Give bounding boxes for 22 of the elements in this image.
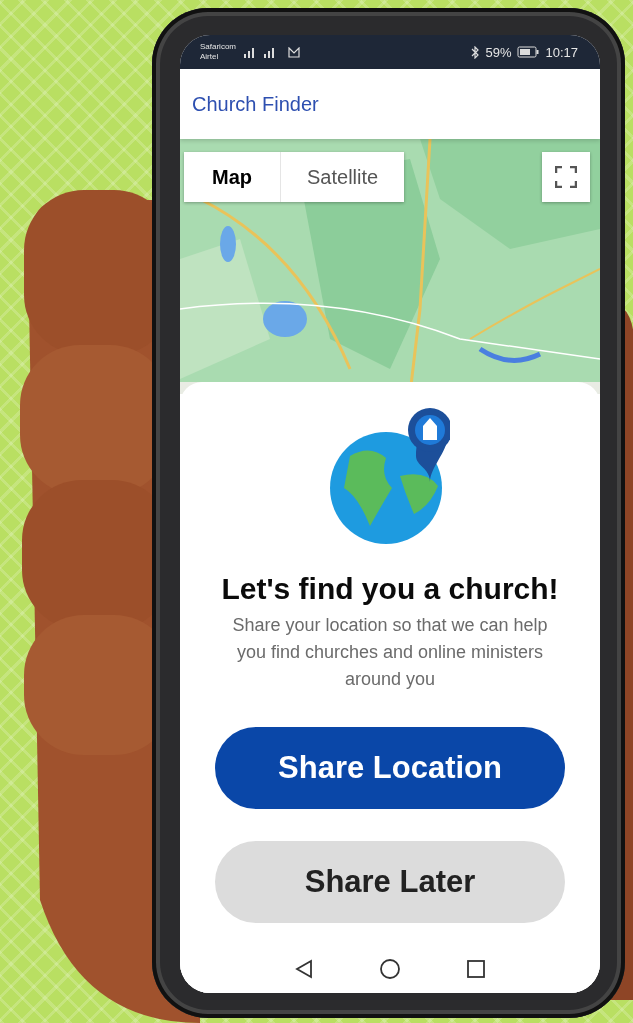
bluetooth-icon [471, 45, 480, 59]
app-title: Church Finder [192, 92, 319, 116]
prompt-message: Share your location so that we can help you find churches and online ministers around you [231, 614, 549, 691]
fullscreen-icon [555, 166, 577, 188]
map-type-tab[interactable]: Satellite [280, 152, 405, 202]
battery-percent: 59% [485, 44, 512, 60]
share-location-button[interactable]: Share Location [215, 727, 565, 809]
share-later-button[interactable]: Share Later [215, 841, 565, 923]
home-icon [379, 958, 401, 980]
home-button[interactable] [379, 958, 401, 980]
fullscreen-button[interactable] [542, 152, 590, 202]
recents-icon [467, 960, 485, 978]
carrier-name: Safaricom [200, 42, 236, 52]
back-icon [295, 959, 313, 979]
carrier-name: Airtel [200, 52, 220, 62]
back-button[interactable] [295, 959, 313, 979]
mail-icon [288, 46, 300, 58]
battery-icon [517, 46, 540, 58]
map-type-tab[interactable]: Map [184, 152, 280, 202]
prompt-title: Let's find you a church! [221, 572, 559, 606]
recents-button[interactable] [467, 960, 485, 978]
clock: 10:17 [545, 44, 578, 60]
